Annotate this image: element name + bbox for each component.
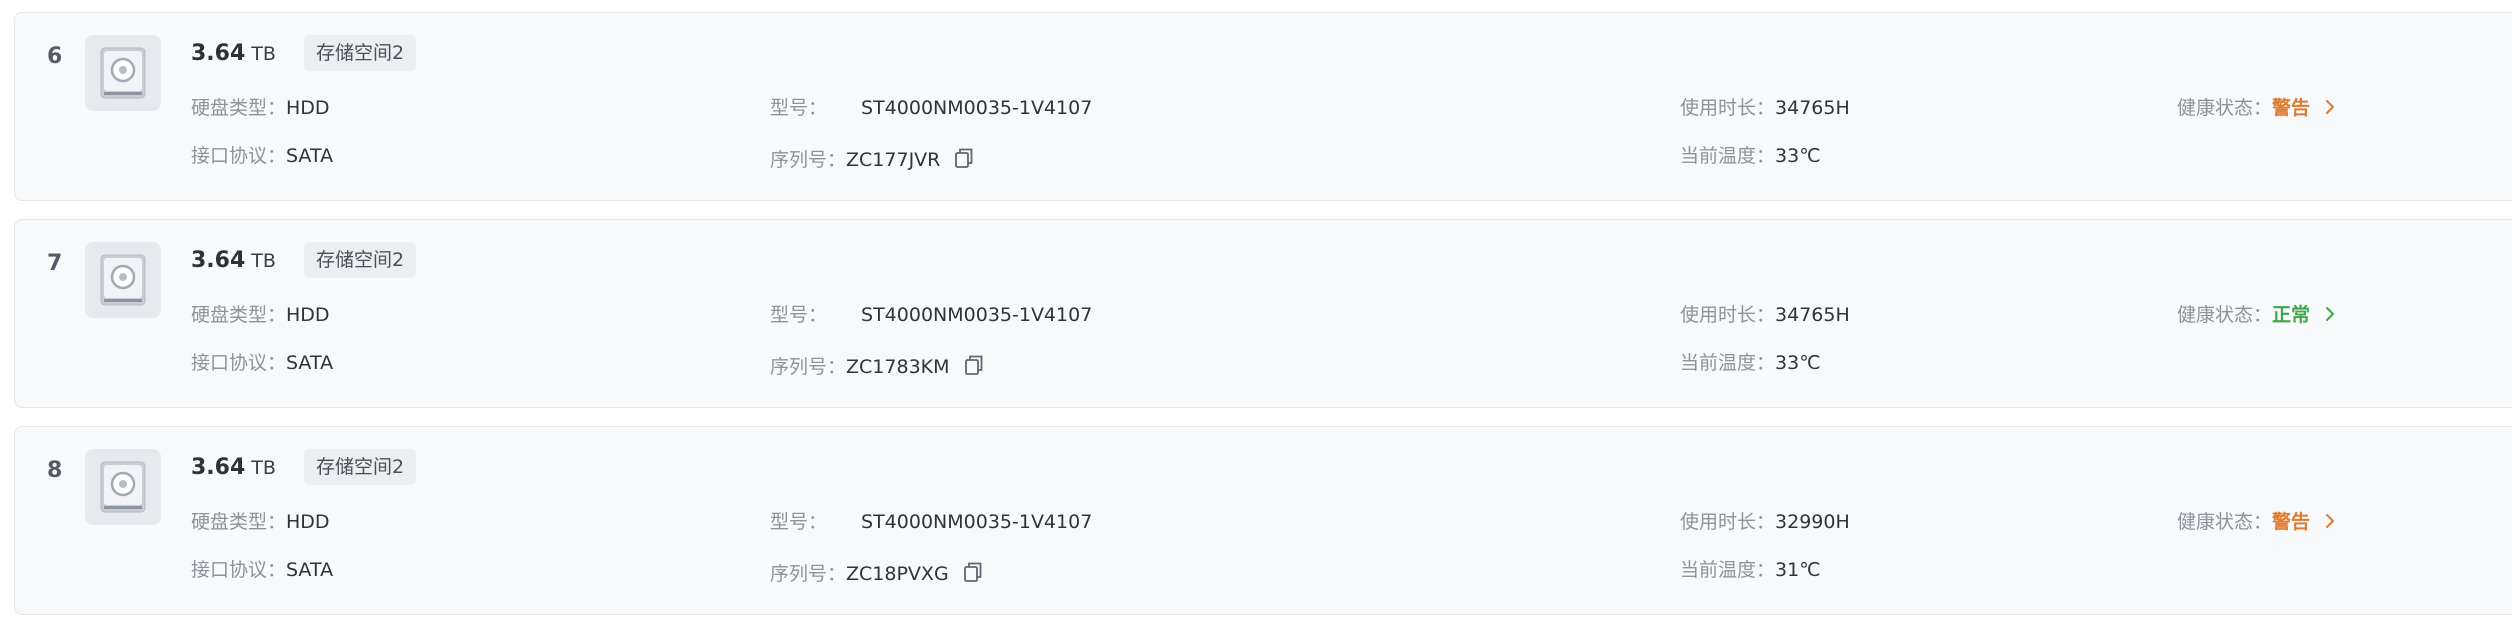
disk-capacity: 3.64 TB <box>191 457 276 479</box>
serial-field: 序列号：ZC1783KM <box>770 354 984 380</box>
usage-hours-label: 使用时长： <box>1680 511 1776 533</box>
serial-value: ZC1783KM <box>846 356 950 378</box>
model-label: 型号： <box>770 97 828 119</box>
hard-drive-icon <box>85 242 161 318</box>
capacity-unit: TB <box>251 250 276 272</box>
copy-icon[interactable] <box>954 147 974 173</box>
usage-hours-field: 使用时长：32990H <box>1680 513 1850 532</box>
health-status-label: 健康状态： <box>2177 97 2273 119</box>
disk-type-label: 硬盘类型： <box>191 511 287 533</box>
health-status-field[interactable]: 健康状态：正常 <box>2177 306 2336 326</box>
interface-field: 接口协议：SATA <box>191 561 333 580</box>
disk-index: 8 <box>47 458 63 483</box>
storage-pool-tag: 存储空间2 <box>304 449 417 485</box>
storage-pool-tag: 存储空间2 <box>304 242 417 278</box>
storage-pool-tag: 存储空间2 <box>304 35 417 71</box>
capacity-unit: TB <box>251 43 276 65</box>
model-value: ST4000NM0035-1V4107 <box>861 97 1093 119</box>
health-status-field[interactable]: 健康状态：警告 <box>2177 513 2336 533</box>
serial-label: 序列号： <box>770 563 847 585</box>
health-status-value[interactable]: 正常 <box>2272 304 2310 326</box>
chevron-right-icon[interactable] <box>2324 513 2336 533</box>
temperature-value: 33℃ <box>1775 352 1821 374</box>
capacity-value: 3.64 <box>191 455 246 480</box>
disk-type-value: HDD <box>286 97 330 119</box>
disk-type-label: 硬盘类型： <box>191 304 287 326</box>
model-value: ST4000NM0035-1V4107 <box>861 304 1093 326</box>
temperature-field: 当前温度：33℃ <box>1680 147 1821 166</box>
disk-card: 6 3.64 TB 存储空间2 硬盘类型：HDD 型号： ST4000NM0035-… <box>14 12 2512 201</box>
interface-field: 接口协议：SATA <box>191 147 333 166</box>
capacity-value: 3.64 <box>191 41 246 66</box>
health-status-label: 健康状态： <box>2177 511 2273 533</box>
copy-icon[interactable] <box>963 561 983 587</box>
temperature-label: 当前温度： <box>1680 352 1776 374</box>
disk-capacity: 3.64 TB <box>191 43 276 65</box>
disk-type-value: HDD <box>286 511 330 533</box>
model-label: 型号： <box>770 304 828 326</box>
chevron-right-icon[interactable] <box>2324 306 2336 326</box>
health-status-value[interactable]: 警告 <box>2272 97 2310 119</box>
serial-value: ZC177JVR <box>846 149 941 171</box>
serial-field: 序列号：ZC177JVR <box>770 147 974 173</box>
interface-value: SATA <box>286 145 334 167</box>
usage-hours-label: 使用时长： <box>1680 304 1776 326</box>
health-status-field[interactable]: 健康状态：警告 <box>2177 99 2336 119</box>
usage-hours-field: 使用时长：34765H <box>1680 306 1850 325</box>
serial-field: 序列号：ZC18PVXG <box>770 561 983 587</box>
copy-icon[interactable] <box>964 354 984 380</box>
interface-value: SATA <box>286 559 334 581</box>
model-field: 型号： ST4000NM0035-1V4107 <box>770 99 1092 118</box>
model-field: 型号： ST4000NM0035-1V4107 <box>770 306 1092 325</box>
temperature-value: 33℃ <box>1775 145 1821 167</box>
usage-hours-value: 34765H <box>1775 304 1850 326</box>
usage-hours-label: 使用时长： <box>1680 97 1776 119</box>
model-value: ST4000NM0035-1V4107 <box>861 511 1093 533</box>
serial-value: ZC18PVXG <box>846 563 949 585</box>
disk-index: 7 <box>47 251 63 276</box>
interface-value: SATA <box>286 352 334 374</box>
interface-field: 接口协议：SATA <box>191 354 333 373</box>
hard-drive-icon <box>85 449 161 525</box>
health-status-value[interactable]: 警告 <box>2272 511 2310 533</box>
temperature-field: 当前温度：33℃ <box>1680 354 1821 373</box>
disk-type-label: 硬盘类型： <box>191 97 287 119</box>
disk-card: 8 3.64 TB 存储空间2 硬盘类型：HDD 型号： ST4000NM0035-… <box>14 426 2512 615</box>
capacity-value: 3.64 <box>191 248 246 273</box>
usage-hours-value: 34765H <box>1775 97 1850 119</box>
model-field: 型号： ST4000NM0035-1V4107 <box>770 513 1092 532</box>
disk-type-value: HDD <box>286 304 330 326</box>
disk-type-field: 硬盘类型：HDD <box>191 513 330 532</box>
model-label: 型号： <box>770 511 828 533</box>
capacity-unit: TB <box>251 457 276 479</box>
usage-hours-value: 32990H <box>1775 511 1850 533</box>
temperature-field: 当前温度：31℃ <box>1680 561 1821 580</box>
usage-hours-field: 使用时长：34765H <box>1680 99 1850 118</box>
disk-card: 7 3.64 TB 存储空间2 硬盘类型：HDD 型号： ST4000NM0035-… <box>14 219 2512 408</box>
hard-drive-icon <box>85 35 161 111</box>
disk-capacity: 3.64 TB <box>191 250 276 272</box>
temperature-label: 当前温度： <box>1680 559 1776 581</box>
interface-label: 接口协议： <box>191 352 287 374</box>
serial-label: 序列号： <box>770 356 847 378</box>
disk-type-field: 硬盘类型：HDD <box>191 99 330 118</box>
disk-type-field: 硬盘类型：HDD <box>191 306 330 325</box>
chevron-right-icon[interactable] <box>2324 99 2336 119</box>
health-status-label: 健康状态： <box>2177 304 2273 326</box>
disk-index: 6 <box>47 44 63 69</box>
serial-label: 序列号： <box>770 149 847 171</box>
interface-label: 接口协议： <box>191 559 287 581</box>
temperature-value: 31℃ <box>1775 559 1821 581</box>
disk-list: 6 3.64 TB 存储空间2 硬盘类型：HDD 型号： ST4000NM0035-… <box>14 12 2512 633</box>
interface-label: 接口协议： <box>191 145 287 167</box>
temperature-label: 当前温度： <box>1680 145 1776 167</box>
